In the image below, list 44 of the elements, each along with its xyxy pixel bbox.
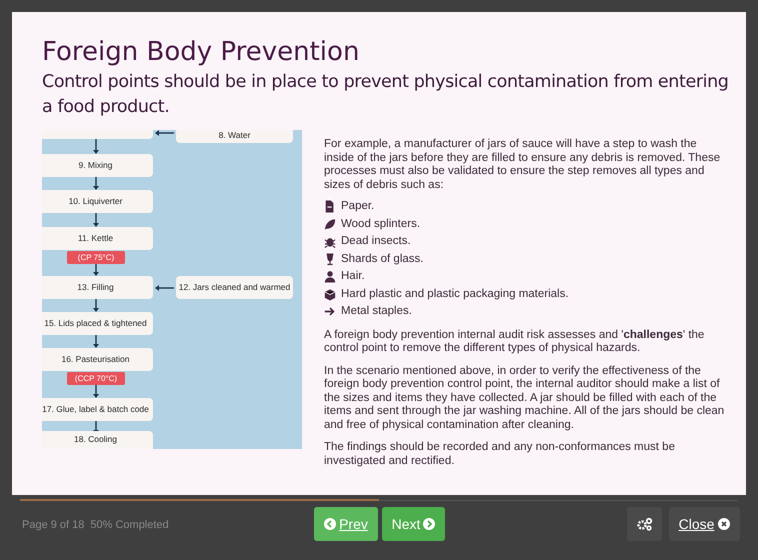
flowchart-node: 10. Liquiverter [42, 190, 153, 213]
close-button[interactable]: Close [669, 507, 740, 541]
bug-icon [324, 235, 336, 248]
person-icon [324, 270, 336, 284]
left-arrow [155, 130, 174, 137]
leaf-icon [324, 218, 336, 231]
settings-button[interactable] [627, 507, 662, 541]
flowchart-node: 17. Glue, label & batch code [42, 398, 153, 421]
box-icon [324, 288, 336, 301]
file-icon [324, 200, 336, 214]
body-paragraph: A foreign body prevention internal audit risk assesses and 'challenges' the control point to remove the different types of physical hazards. [324, 328, 706, 356]
hazard-item: Paper. [341, 200, 374, 214]
wine-glass-icon [324, 252, 336, 266]
flowchart-node: 18. Cooling [42, 431, 153, 449]
prev-button[interactable]: Prev [314, 507, 378, 541]
flowchart-node: 8. Water [176, 130, 293, 143]
flowchart-node: 9. Mixing [42, 154, 153, 177]
intro-paragraph: For example, a manufacturer of jars of sauce will have a step to wash the inside of the jars before they are filled to ensure any debris is removed. These processes must also be validated to ensure the step removes all types and sizes of debris such as: [324, 138, 722, 192]
hazard-item: Dead insects. [341, 235, 411, 248]
page-title: Foreign Body Prevention [42, 36, 360, 68]
page-subtitle: Control points should be in place to prevent physical contamination from entering a food product. [42, 71, 730, 119]
body-paragraph: In the scenario mentioned above, in order to verify the effectiveness of the foreign body prevention control point, the internal auditor should make a list of the sizes and items they have collected. A jar should be filled with each of the items and sent through the jar washing machine. All of the jars should be clean and free of physical contamination after cleaning. [324, 364, 726, 432]
flowchart-node: 11. Kettle [42, 227, 153, 250]
flowchart-node: 16. Pasteurisation [42, 348, 153, 371]
flowchart-node: 13. Filling [42, 276, 153, 299]
hazard-item: Wood splinters. [341, 218, 420, 231]
control-point-badge: (CCP 70°C) [67, 372, 125, 385]
chevron-left-icon [324, 518, 336, 530]
page-indicator: Page 9 of 18 [22, 518, 84, 533]
hazard-item: Metal staples. [341, 305, 412, 318]
control-point-badge: (CP 75°C) [67, 251, 125, 264]
close-icon [718, 518, 730, 530]
hazard-item: Shards of glass. [341, 252, 424, 266]
hazard-item: Hair. [341, 270, 365, 284]
flowchart-node: 12. Jars cleaned and warmed [176, 276, 293, 299]
next-button[interactable]: Next [382, 507, 445, 541]
body-paragraph: The findings should be recorded and any non-conformances must be investigated and rectified. [324, 441, 676, 468]
arrow-right-icon [324, 305, 336, 318]
chevron-right-icon [423, 518, 436, 530]
gears-icon [636, 517, 652, 531]
completion-text: 50% Completed [90, 518, 169, 533]
hazard-item: Hard plastic and plastic packaging materials. [341, 288, 569, 301]
flowchart-node: 15. Lids placed & tightened [42, 312, 153, 335]
left-arrow [155, 284, 174, 292]
